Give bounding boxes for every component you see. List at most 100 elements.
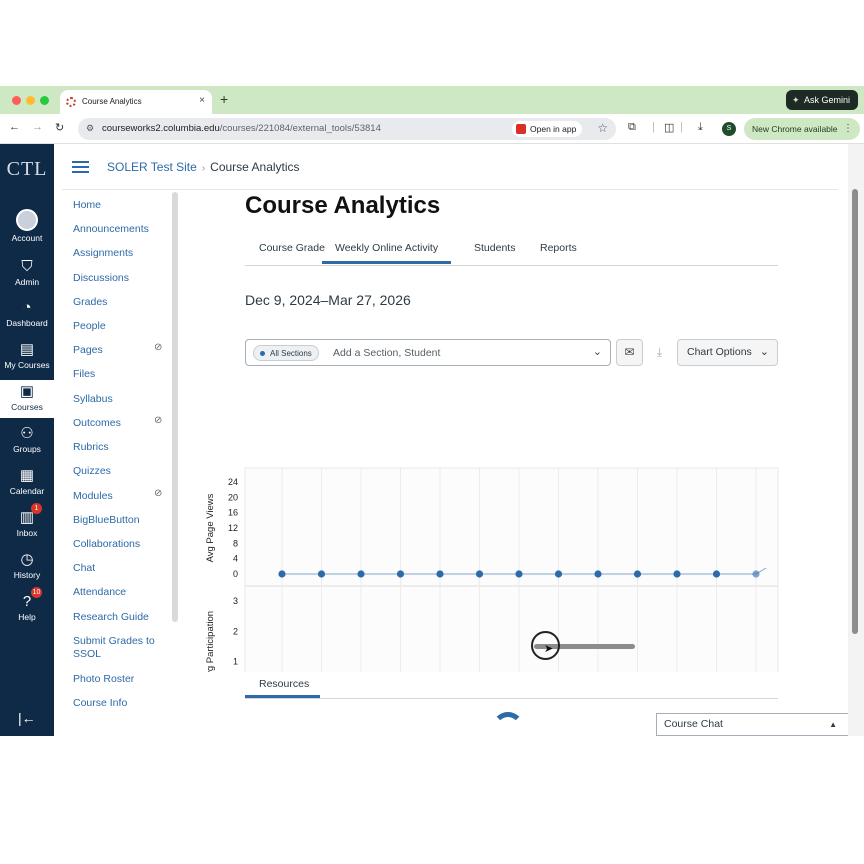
course-nav-grades[interactable]: Grades: [73, 296, 107, 309]
close-window-icon[interactable]: [12, 96, 21, 105]
download-icon[interactable]: ⤓: [698, 121, 703, 134]
page-scrollbar-thumb[interactable]: [852, 189, 858, 634]
download-csv-button[interactable]: ⤓: [646, 339, 673, 366]
y-tick-label: 1: [233, 657, 238, 667]
more-menu-icon[interactable]: ⋮: [843, 118, 853, 140]
course-nav-research-guide[interactable]: Research Guide: [73, 611, 149, 624]
course-chat-label: Course Chat: [664, 718, 723, 730]
course-chat-widget[interactable]: Course Chat ▲: [656, 713, 854, 736]
global-navigation: CTL Account ⛉ Admin ◔ Dashboard ▤ My Courses ▣ C…: [0, 144, 54, 736]
global-nav-label: Account: [11, 233, 43, 243]
calendar-icon: ▦: [19, 467, 35, 484]
all-sections-pill[interactable]: All Sections: [253, 345, 319, 361]
minimize-window-icon[interactable]: [26, 96, 35, 105]
address-bar[interactable]: ⚙ courseworks2.columbia.edu/courses/2210…: [78, 118, 616, 140]
course-nav-pages[interactable]: Pages: [73, 344, 103, 357]
page-title: Course Analytics: [245, 192, 441, 219]
divider: [62, 189, 838, 190]
global-nav-label: Courses: [11, 402, 43, 412]
chart-options-button[interactable]: Chart Options ⌄: [677, 339, 778, 366]
course-nav-course-info[interactable]: Course Info: [73, 697, 127, 710]
new-chrome-available-button[interactable]: New Chrome available ⋮: [744, 118, 860, 140]
site-info-icon[interactable]: ⚙: [86, 123, 94, 134]
ask-gemini-label: Ask Gemini: [803, 95, 850, 105]
course-nav-scrollbar[interactable]: [172, 192, 178, 622]
course-nav-quizzes[interactable]: Quizzes: [73, 465, 111, 478]
breadcrumb-course-link[interactable]: SOLER Test Site: [107, 160, 197, 174]
new-tab-button[interactable]: +: [220, 91, 228, 107]
hidden-eye-icon: ⊘: [154, 415, 163, 426]
data-point: [278, 570, 286, 578]
tab-weekly-online-activity[interactable]: Weekly Online Activity: [322, 242, 452, 264]
global-nav-help[interactable]: ? Help 10: [0, 587, 54, 628]
tab-title: Course Analytics: [82, 97, 142, 106]
course-nav-attendance[interactable]: Attendance: [73, 586, 126, 599]
global-nav-dashboard[interactable]: ◔ Dashboard: [0, 296, 54, 334]
tab-reports[interactable]: Reports: [540, 242, 577, 261]
course-nav-home[interactable]: Home: [73, 199, 101, 212]
extensions-icon[interactable]: ⧉: [628, 121, 636, 134]
data-point: [515, 570, 523, 578]
hidden-eye-icon: ⊘: [154, 488, 163, 499]
tab-resources[interactable]: Resources: [259, 678, 309, 696]
course-nav-files[interactable]: Files: [73, 368, 95, 381]
chevron-down-icon: ⌄: [759, 346, 769, 358]
global-nav-groups[interactable]: ⚇ Groups: [0, 422, 54, 460]
y-axis-label: Avg Participation: [205, 611, 216, 672]
chevron-down-icon[interactable]: ⌄: [593, 345, 602, 358]
course-nav-collaborations[interactable]: Collaborations: [73, 538, 140, 551]
tab-course-grade[interactable]: Course Grade: [259, 242, 325, 261]
section-student-filter[interactable]: All Sections Add a Section, Student ⌄: [245, 339, 611, 366]
global-nav-inbox[interactable]: ▥ Inbox 1: [0, 503, 54, 544]
open-in-app-button[interactable]: Open in app: [512, 121, 583, 137]
ctl-logo[interactable]: CTL: [0, 158, 54, 181]
course-nav-submit-grades-to-ssol[interactable]: Submit Grades to SSOL: [73, 635, 165, 661]
tab-close-icon[interactable]: ×: [199, 95, 205, 106]
google-lens-icon[interactable]: ◫: [664, 121, 674, 134]
forward-icon[interactable]: →: [32, 121, 43, 133]
course-nav-photo-roster[interactable]: Photo Roster: [73, 673, 134, 686]
course-nav-discussions[interactable]: Discussions: [73, 272, 129, 285]
caret-up-icon[interactable]: ▲: [829, 714, 837, 735]
collapse-nav-icon[interactable]: |←: [18, 710, 36, 726]
dashboard-icon: ◔: [22, 299, 32, 316]
y-axis-label: Avg Page Views: [205, 493, 216, 562]
browser-tab[interactable]: Course Analytics ×: [60, 90, 212, 114]
browser-toolbar: ← → ↻ ⚙ courseworks2.columbia.edu/course…: [0, 114, 864, 144]
global-nav-account[interactable]: Account: [0, 206, 54, 244]
course-nav-modules[interactable]: Modules: [73, 490, 113, 503]
email-button[interactable]: ✉: [616, 339, 643, 366]
y-tick-label: 12: [228, 523, 238, 533]
global-nav-label: My Courses: [4, 360, 50, 370]
data-point: [317, 570, 326, 578]
global-nav-my-courses[interactable]: ▤ My Courses: [0, 338, 54, 376]
maximize-window-icon[interactable]: [40, 96, 49, 105]
data-point: [633, 570, 642, 578]
course-nav-chat[interactable]: Chat: [73, 562, 95, 575]
url-text: courseworks2.columbia.edu/courses/221084…: [102, 123, 381, 134]
global-nav-courses[interactable]: ▣ Courses: [0, 380, 54, 418]
reload-icon[interactable]: ↻: [55, 121, 64, 134]
page-scrollbar[interactable]: [848, 144, 864, 736]
global-nav-calendar[interactable]: ▦ Calendar: [0, 464, 54, 502]
course-nav-syllabus[interactable]: Syllabus: [73, 393, 113, 406]
hamburger-menu-icon[interactable]: [72, 161, 89, 173]
tab-students[interactable]: Students: [474, 242, 515, 261]
global-nav-history[interactable]: ◷ History: [0, 548, 54, 586]
open-in-app-label: Open in app: [530, 124, 577, 134]
course-nav-bigbluebutton[interactable]: BigBlueButton: [73, 514, 140, 527]
course-nav-people[interactable]: People: [73, 320, 106, 333]
course-nav-rubrics[interactable]: Rubrics: [73, 441, 109, 454]
course-nav-assignments[interactable]: Assignments: [73, 247, 133, 260]
y-tick-label: 3: [233, 596, 238, 606]
global-nav-label: Dashboard: [6, 318, 48, 328]
course-nav-outcomes[interactable]: Outcomes: [73, 417, 121, 430]
profile-avatar[interactable]: S: [722, 122, 736, 136]
ask-gemini-button[interactable]: ✦ Ask Gemini: [785, 90, 858, 110]
tab-strip: Course Analytics × + ✦ Ask Gemini: [0, 86, 864, 114]
global-nav-admin[interactable]: ⛉ Admin: [0, 255, 54, 293]
bookmark-star-icon[interactable]: ☆: [597, 121, 608, 135]
back-icon[interactable]: ←: [9, 121, 20, 133]
course-nav-announcements[interactable]: Announcements: [73, 223, 149, 236]
y-tick-label: 20: [228, 492, 238, 502]
